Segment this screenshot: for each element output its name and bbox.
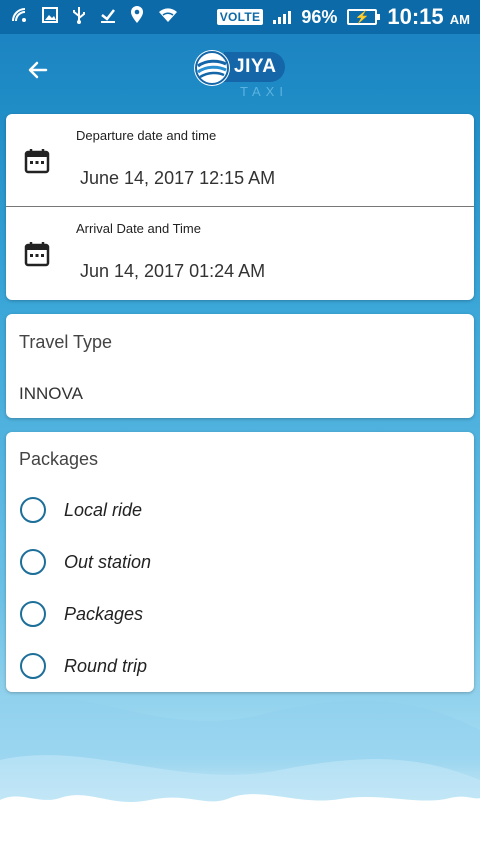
radio-button[interactable] — [20, 601, 46, 627]
travel-type-card: Travel Type INNOVA — [6, 314, 474, 418]
travel-type-title: Travel Type — [19, 332, 113, 352]
radio-button[interactable] — [20, 653, 46, 679]
radio-label: Local ride — [64, 499, 143, 520]
battery-percent: 96% — [301, 6, 338, 27]
arrival-value[interactable]: Jun 14, 2017 01:24 AM — [80, 261, 265, 282]
packages-title: Packages — [19, 449, 99, 469]
wifi-icon — [158, 7, 178, 28]
logo-subtitle: TAXI — [240, 84, 288, 99]
radio-label: Round trip — [64, 655, 148, 676]
signal-icon — [273, 10, 292, 24]
radio-option-round-trip[interactable]: Round trip — [20, 646, 460, 686]
logo-globe-icon — [194, 50, 230, 86]
location-icon — [130, 5, 144, 29]
calendar-icon — [24, 242, 50, 267]
calendar-icon — [24, 149, 50, 174]
logo-name: JIYA — [224, 52, 285, 82]
download-icon — [100, 7, 116, 28]
radio-button[interactable] — [20, 549, 46, 575]
clock: 10:15 AM — [387, 4, 470, 29]
battery-charging-icon: ⚡ — [347, 9, 381, 25]
radio-label: Out station — [64, 551, 152, 572]
back-button[interactable] — [20, 52, 56, 88]
travel-type-value[interactable]: INNOVA — [19, 384, 83, 404]
radio-option-packages[interactable]: Packages — [20, 594, 460, 634]
status-bar: VOLTE 96% ⚡ 10:15 AM — [0, 0, 480, 34]
radio-option-out-station[interactable]: Out station — [20, 542, 460, 582]
arrival-label: Arrival Date and Time — [76, 221, 201, 236]
radio-option-local-ride[interactable]: Local ride — [20, 490, 460, 530]
arrival-row[interactable]: Arrival Date and Time Jun 14, 2017 01:24… — [6, 207, 474, 300]
jiya-taxi-logo: JIYA TAXI — [194, 46, 294, 100]
app-header: JIYA TAXI — [0, 34, 480, 106]
departure-value[interactable]: June 14, 2017 12:15 AM — [80, 168, 275, 189]
dates-card: Departure date and time June 14, 2017 12… — [6, 114, 474, 300]
volte-badge: VOLTE — [216, 9, 264, 25]
radio-button[interactable] — [20, 497, 46, 523]
arrow-left-icon — [28, 61, 48, 79]
departure-label: Departure date and time — [76, 128, 217, 143]
usb-icon — [72, 6, 86, 29]
radio-label: Packages — [64, 603, 144, 624]
nfc-icon — [10, 6, 28, 29]
packages-card: Packages Local ride Out station Packages… — [6, 432, 474, 692]
image-icon — [42, 6, 58, 28]
departure-row[interactable]: Departure date and time June 14, 2017 12… — [6, 114, 474, 207]
